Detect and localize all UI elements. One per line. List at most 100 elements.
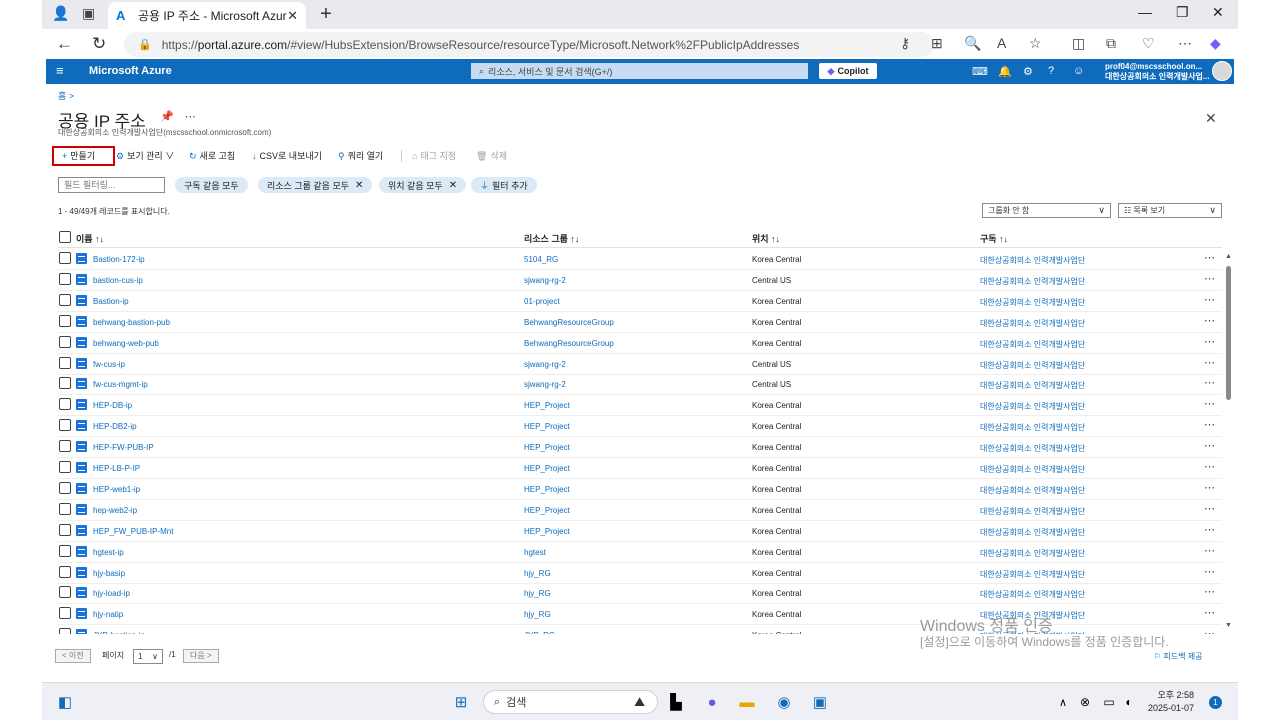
taskbar-search[interactable]: ⌕ 검색 ⛰ bbox=[483, 690, 658, 714]
teams-icon[interactable]: ● bbox=[701, 691, 723, 713]
resource-group-link[interactable]: HEP_Project bbox=[524, 506, 570, 515]
row-more-icon[interactable]: ⋯ bbox=[1204, 356, 1216, 369]
subscription-link[interactable]: 대한상공회의소 인력개발사업단 bbox=[980, 360, 1085, 371]
resource-group-link[interactable]: sjwang-rg-2 bbox=[524, 380, 566, 389]
close-tab-icon[interactable]: ✕ bbox=[287, 8, 298, 24]
prev-page-button[interactable]: < 이전 bbox=[55, 649, 91, 663]
row-more-icon[interactable]: ⋯ bbox=[1204, 606, 1216, 619]
resource-group-link[interactable]: 01-project bbox=[524, 297, 560, 306]
subscription-link[interactable]: 대한상공회의소 인력개발사업단 bbox=[980, 443, 1085, 454]
settings-icon[interactable]: ⚙ bbox=[1023, 65, 1033, 78]
resource-group-link[interactable]: BehwangResourceGroup bbox=[524, 339, 614, 348]
table-row[interactable]: fw-cus-ip sjwang-rg-2 Central US 대한상공회의소 인력… bbox=[58, 354, 1222, 375]
scroll-down-icon[interactable]: ▼ bbox=[1225, 622, 1232, 629]
tab-actions-icon[interactable]: ▣ bbox=[82, 5, 95, 22]
row-more-icon[interactable]: ⋯ bbox=[1204, 585, 1216, 598]
grouping-select[interactable]: 그룹화 안 함 ∨ bbox=[982, 203, 1111, 218]
table-row[interactable]: fw-cus-mgmt-ip sjwang-rg-2 Central US 대한상공회… bbox=[58, 374, 1222, 396]
row-checkbox[interactable] bbox=[59, 314, 71, 327]
row-more-icon[interactable]: ⋯ bbox=[1204, 272, 1216, 285]
table-row[interactable]: Bastion-172-ip 5104_RG Korea Central 대한상공회의… bbox=[58, 249, 1222, 270]
pin-icon[interactable]: 📌 bbox=[160, 111, 174, 123]
row-more-icon[interactable]: ⋯ bbox=[1204, 251, 1216, 264]
resource-group-link[interactable]: hgtest bbox=[524, 548, 546, 557]
row-checkbox[interactable] bbox=[59, 565, 71, 578]
resource-name-link[interactable]: fw-cus-ip bbox=[93, 360, 125, 369]
cloud-shell-icon[interactable]: ⌨ bbox=[972, 65, 988, 78]
network-icon[interactable]: ▭ bbox=[1098, 691, 1120, 713]
row-more-icon[interactable]: ⋯ bbox=[1204, 565, 1216, 578]
resource-name-link[interactable]: HEP_FW_PUB-IP-Mnt bbox=[93, 527, 173, 536]
tray-chevron-icon[interactable]: ∧ bbox=[1052, 691, 1074, 713]
table-row[interactable]: HEP-DB2-ip HEP_Project Korea Central 대한상공회의… bbox=[58, 416, 1222, 438]
url-field[interactable]: 🔒 https://portal.azure.com/#view/HubsExt… bbox=[124, 32, 934, 57]
resource-group-link[interactable]: HEP_Project bbox=[524, 464, 570, 473]
table-row[interactable]: bastion-cus-ip sjwang-rg-2 Central US 대한상공회… bbox=[58, 270, 1222, 291]
resource-name-link[interactable]: JYP-bastion-ip bbox=[93, 631, 145, 634]
table-row[interactable]: Bastion-ip 01-project Korea Central 대한상공회의소… bbox=[58, 291, 1222, 312]
field-filter-input[interactable]: 필드 필터링... bbox=[58, 177, 165, 193]
read-aloud-icon[interactable]: A bbox=[997, 35, 1006, 51]
resource-group-link[interactable]: HEP_Project bbox=[524, 527, 570, 536]
row-checkbox[interactable] bbox=[59, 502, 71, 515]
column-header-location[interactable]: 위치 ↑↓ bbox=[752, 232, 780, 245]
table-row[interactable]: HEP-FW-PUB-IP HEP_Project Korea Central 대한상… bbox=[58, 437, 1222, 459]
resource-name-link[interactable]: hep-web2-ip bbox=[93, 506, 137, 515]
more-icon[interactable]: ⋯ bbox=[1178, 35, 1192, 52]
subscription-link[interactable]: 대한상공회의소 인력개발사업단 bbox=[980, 255, 1085, 266]
resource-name-link[interactable]: behwang-bastion-pub bbox=[93, 318, 170, 327]
resource-group-link[interactable]: hjy_RG bbox=[524, 569, 551, 578]
resource-name-link[interactable]: HEP-web1-ip bbox=[93, 485, 140, 494]
column-header-resource-group[interactable]: 리소스 그룹 ↑↓ bbox=[524, 232, 579, 245]
row-more-icon[interactable]: ⋯ bbox=[1204, 397, 1216, 410]
row-more-icon[interactable]: ⋯ bbox=[1204, 627, 1216, 634]
row-checkbox[interactable] bbox=[59, 586, 71, 599]
resource-name-link[interactable]: hjy-basip bbox=[93, 569, 125, 578]
subscription-filter-pill[interactable]: 구독 같음 모두 bbox=[175, 177, 248, 193]
create-button[interactable]: + 만들기 bbox=[62, 149, 95, 162]
row-checkbox[interactable] bbox=[59, 607, 71, 620]
file-explorer-icon[interactable]: ▬ bbox=[736, 691, 758, 713]
menu-icon[interactable]: ≡ bbox=[56, 63, 64, 78]
delete-button[interactable]: 🗑 삭제 bbox=[476, 149, 507, 162]
extensions-icon[interactable]: ♡ bbox=[1142, 35, 1155, 52]
view-mode-select[interactable]: ☷ 목록 보기 ∨ bbox=[1118, 203, 1222, 218]
table-row[interactable]: hjy-basip hjy_RG Korea Central 대한상공회의소 인력개발… bbox=[58, 563, 1222, 584]
resource-name-link[interactable]: bastion-cus-ip bbox=[93, 276, 143, 285]
copilot-browser-icon[interactable]: ◆ bbox=[1210, 35, 1221, 52]
table-row[interactable]: behwang-web-pub BehwangResourceGroup Korea… bbox=[58, 333, 1222, 354]
row-more-icon[interactable]: ⋯ bbox=[1204, 460, 1216, 473]
notification-badge[interactable]: 1 bbox=[1209, 696, 1222, 709]
row-more-icon[interactable]: ⋯ bbox=[1204, 376, 1216, 389]
resource-group-link[interactable]: sjwang-rg-2 bbox=[524, 276, 566, 285]
select-all-checkbox[interactable] bbox=[59, 231, 71, 243]
close-window-icon[interactable]: ✕ bbox=[1212, 4, 1224, 21]
global-search-input[interactable]: ⌕ 리소스, 서비스 및 문서 검색(G+/) bbox=[471, 63, 808, 79]
row-checkbox[interactable] bbox=[59, 481, 71, 494]
tray-app-icon[interactable]: ⊗ bbox=[1074, 691, 1096, 713]
more-options-icon[interactable]: ⋯ bbox=[185, 111, 196, 123]
row-checkbox[interactable] bbox=[59, 335, 71, 348]
browser-tab-azure[interactable]: A 공용 IP 주소 - Microsoft Azure ✕ bbox=[108, 2, 306, 29]
table-row[interactable]: HEP-LB-P-IP HEP_Project Korea Central 대한상공회… bbox=[58, 458, 1222, 479]
collections-icon[interactable]: ⧉ bbox=[1106, 35, 1116, 52]
row-checkbox[interactable] bbox=[59, 440, 71, 453]
resource-name-link[interactable]: behwang-web-pub bbox=[93, 339, 159, 348]
resource-group-link[interactable]: HEP_Project bbox=[524, 422, 570, 431]
resource-name-link[interactable]: hjy-load-ip bbox=[93, 589, 130, 598]
column-header-name[interactable]: 이름 ↑↓ bbox=[76, 232, 104, 245]
row-checkbox[interactable] bbox=[59, 461, 71, 473]
resource-group-link[interactable]: HEP_Project bbox=[524, 485, 570, 494]
row-more-icon[interactable]: ⋯ bbox=[1204, 335, 1216, 348]
location-filter-pill[interactable]: 위치 같음 모두 ✕ bbox=[379, 177, 467, 193]
split-screen-icon[interactable]: ◫ bbox=[1072, 35, 1085, 52]
help-icon[interactable]: ? bbox=[1048, 65, 1054, 77]
resource-name-link[interactable]: hjy-natip bbox=[93, 610, 123, 619]
subscription-link[interactable]: 대한상공회의소 인력개발사업단 bbox=[980, 548, 1085, 559]
table-row[interactable]: behwang-bastion-pub BehwangResourceGroup K… bbox=[58, 312, 1222, 333]
resource-group-link[interactable]: JYP_RG bbox=[524, 631, 555, 634]
table-row[interactable]: hjy-load-ip hjy_RG Korea Central 대한상공회의소 인력… bbox=[58, 583, 1222, 605]
view-manage-button[interactable]: ⚙ 보기 관리 ∨ bbox=[116, 149, 174, 162]
resource-group-link[interactable]: sjwang-rg-2 bbox=[524, 360, 566, 369]
table-row[interactable]: HEP-DB-ip HEP_Project Korea Central 대한상공회의소… bbox=[58, 395, 1222, 417]
